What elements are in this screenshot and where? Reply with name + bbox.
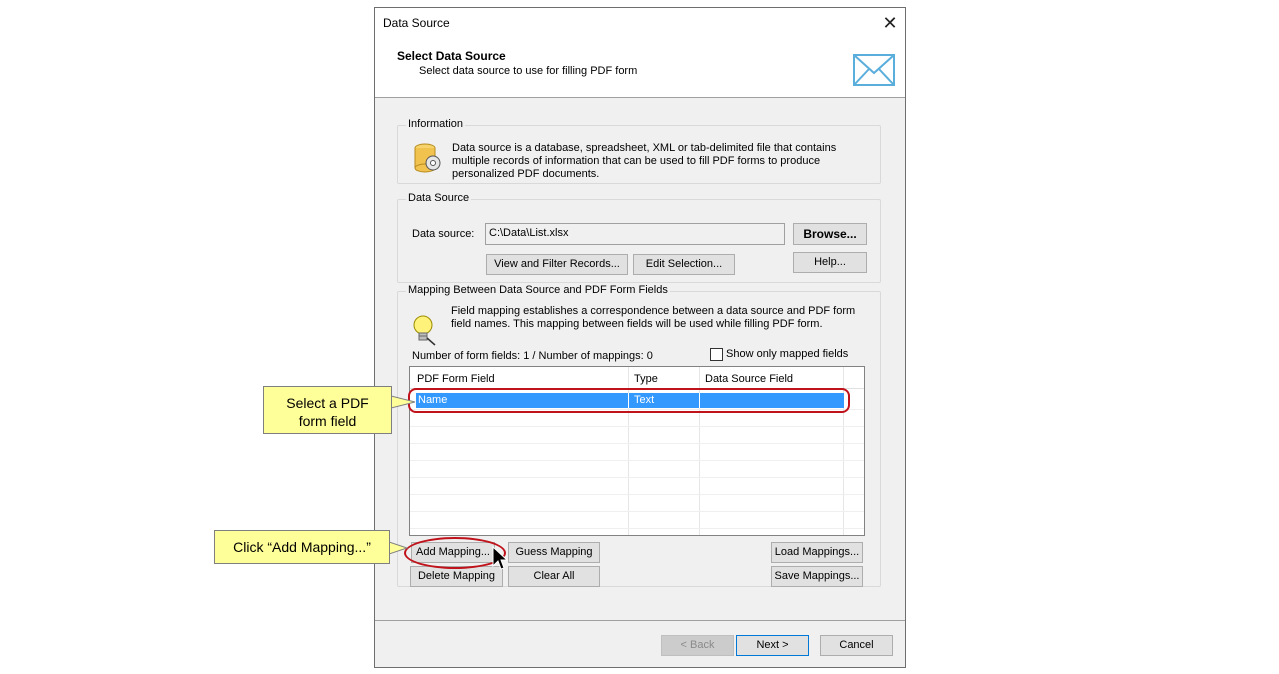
callout-select-field-line2: form field <box>298 413 357 429</box>
column-header-type[interactable]: Type <box>634 373 658 385</box>
cancel-button[interactable]: Cancel <box>820 635 893 656</box>
callout-select-field-line1: Select a PDF <box>286 395 369 411</box>
callout-pointer-select-field <box>391 395 416 409</box>
page-subtitle: Select data source to use for filling PD… <box>419 65 638 77</box>
help-button[interactable]: Help... <box>793 252 867 273</box>
mapping-text: Field mapping establishes a corresponden… <box>451 305 856 330</box>
mapping-group-label: Mapping Between Data Source and PDF Form… <box>406 284 670 296</box>
footer-divider <box>375 620 905 621</box>
callout-select-field: Select a PDF form field <box>263 386 392 434</box>
browse-button[interactable]: Browse... <box>793 223 867 245</box>
show-only-mapped-checkbox[interactable] <box>710 348 723 361</box>
clear-all-button[interactable]: Clear All <box>508 566 600 587</box>
lightbulb-icon <box>413 315 436 346</box>
row-highlight-oval <box>408 388 850 413</box>
data-source-group-label: Data Source <box>406 192 472 204</box>
load-mappings-button[interactable]: Load Mappings... <box>771 542 863 563</box>
data-source-field[interactable]: C:\Data\List.xlsx <box>485 223 785 245</box>
mouse-pointer-icon <box>492 546 508 570</box>
data-source-field-label: Data source: <box>412 228 475 240</box>
information-text: Data source is a database, spreadsheet, … <box>452 142 837 180</box>
title-bar: Data Source ✕ <box>375 8 905 38</box>
envelope-icon <box>853 54 895 86</box>
information-group-label: Information <box>406 118 466 130</box>
callout-pointer-add-mapping <box>389 541 409 555</box>
callout-click-add-mapping: Click “Add Mapping...” <box>214 530 390 564</box>
save-mappings-button[interactable]: Save Mappings... <box>771 566 863 587</box>
back-button[interactable]: < Back <box>661 635 734 656</box>
page-title: Select Data Source <box>397 49 506 63</box>
column-header-pdf-field[interactable]: PDF Form Field <box>417 373 495 385</box>
close-icon[interactable]: ✕ <box>879 12 901 34</box>
window-title: Data Source <box>383 16 450 30</box>
edit-selection-button[interactable]: Edit Selection... <box>633 254 735 275</box>
mapping-count: Number of form fields: 1 / Number of map… <box>412 350 653 362</box>
information-group: Information Data source is a database, s… <box>397 118 881 184</box>
show-only-mapped-label: Show only mapped fields <box>726 348 849 360</box>
next-button[interactable]: Next > <box>736 635 809 656</box>
database-gear-icon <box>414 143 441 173</box>
delete-mapping-button[interactable]: Delete Mapping <box>410 566 503 587</box>
data-source-group: Data Source Data source: C:\Data\List.xl… <box>397 192 881 283</box>
data-source-dialog: Data Source ✕ Select Data Source Select … <box>374 7 906 668</box>
guess-mapping-button[interactable]: Guess Mapping <box>508 542 600 563</box>
column-header-source-field[interactable]: Data Source Field <box>705 373 793 385</box>
wizard-header: Select Data Source Select data source to… <box>375 38 905 98</box>
view-filter-records-button[interactable]: View and Filter Records... <box>486 254 628 275</box>
add-mapping-highlight-oval <box>404 537 506 569</box>
